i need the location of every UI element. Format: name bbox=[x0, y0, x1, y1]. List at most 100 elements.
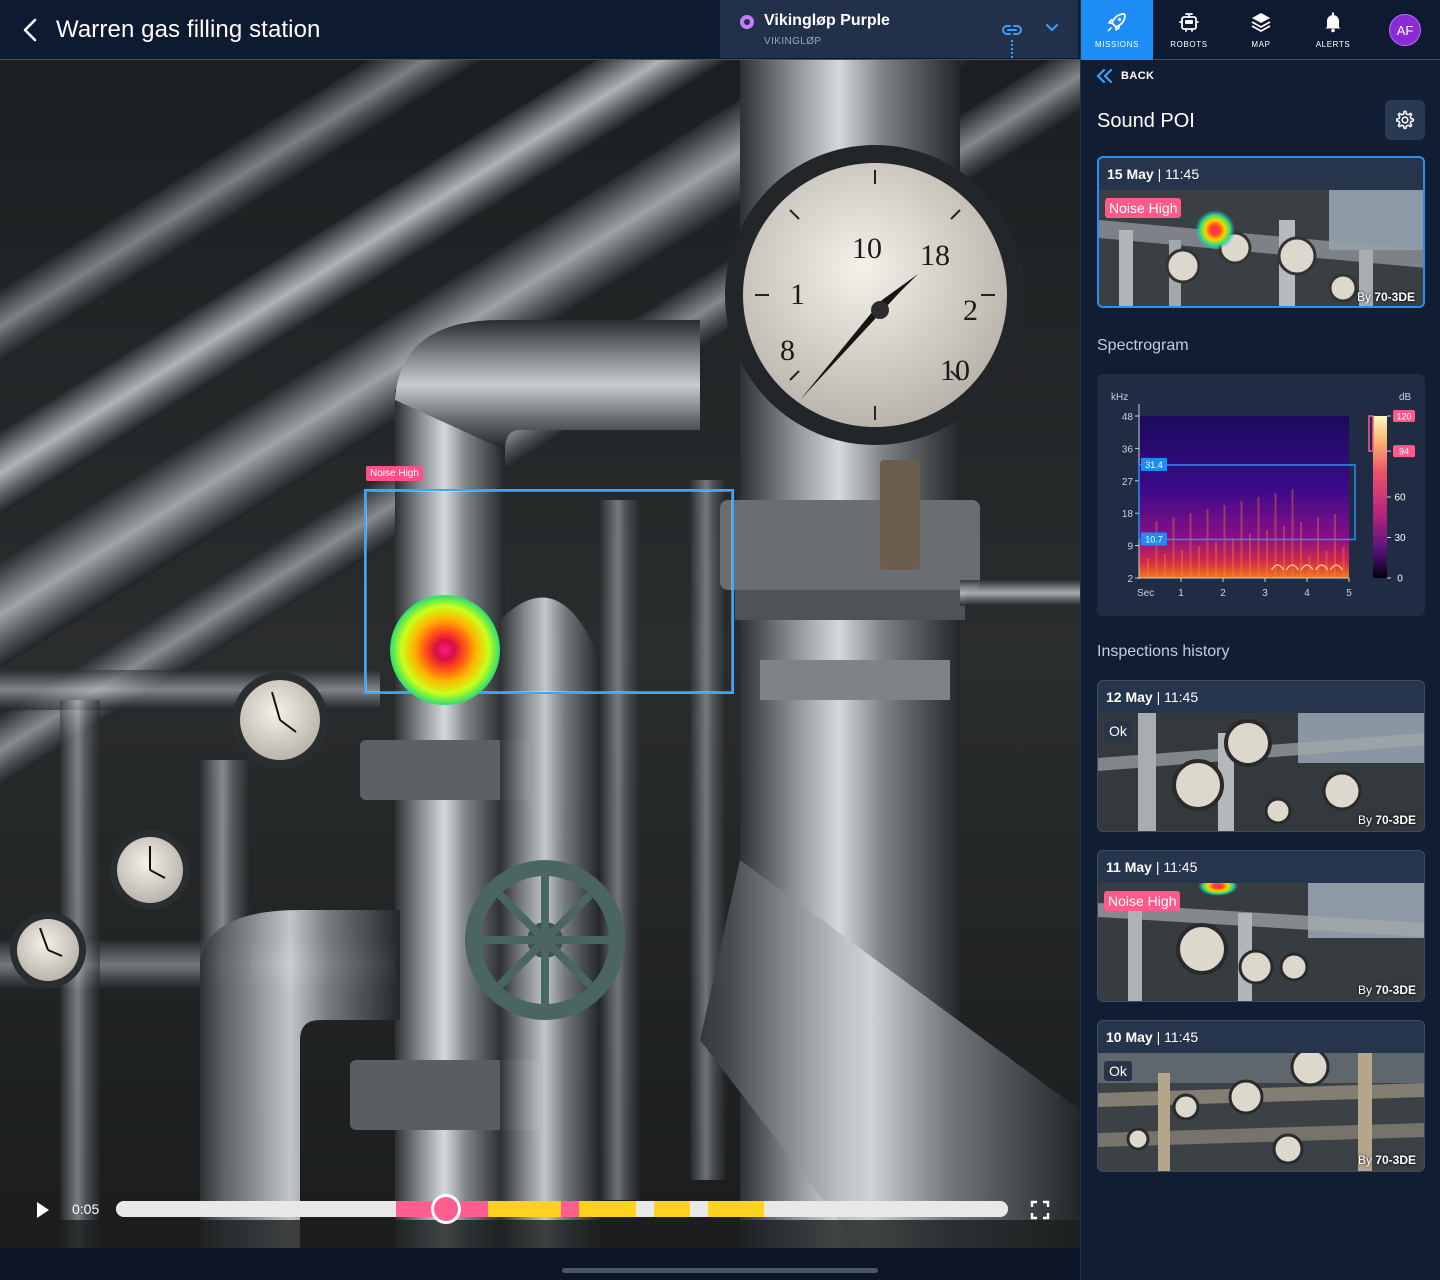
spectrogram-streak bbox=[1155, 521, 1158, 578]
nav-missions[interactable]: MISSIONS bbox=[1081, 0, 1153, 60]
spectrogram-streak bbox=[1215, 542, 1217, 578]
spectrogram-streak bbox=[1257, 497, 1260, 578]
robot-credit: By 70-3DE bbox=[1357, 1153, 1416, 1167]
nav-robots-label: ROBOTS bbox=[1170, 40, 1208, 49]
y-tick-label: 2 bbox=[1127, 574, 1133, 585]
colorbar-tick-label: 94 bbox=[1399, 447, 1409, 457]
robot-credit: By 70-3DE bbox=[1357, 983, 1416, 997]
x-tick-label: 5 bbox=[1346, 588, 1352, 599]
playback-controls: 0:05 bbox=[0, 1184, 1080, 1234]
status-badge: Noise High bbox=[1105, 198, 1182, 218]
spectrogram-streak bbox=[1198, 546, 1200, 578]
timeline-segment bbox=[636, 1201, 654, 1217]
y-tick-label: 36 bbox=[1122, 444, 1134, 455]
colorbar-tick-label: 60 bbox=[1394, 493, 1406, 504]
noise-heatmap-blob bbox=[390, 595, 500, 705]
svg-text:8: 8 bbox=[780, 334, 795, 367]
timeline-segment bbox=[561, 1201, 579, 1217]
band-upper-label: 31.4 bbox=[1145, 460, 1163, 470]
rocket-icon bbox=[1107, 13, 1126, 32]
svg-text:2: 2 bbox=[963, 294, 978, 327]
top-header: Warren gas filling station Vikingløp Pur… bbox=[0, 0, 1080, 60]
user-avatar[interactable]: AF bbox=[1389, 14, 1421, 46]
spectrogram-streak bbox=[1334, 514, 1336, 578]
robot-credit: By 70-3DE bbox=[1356, 290, 1415, 304]
y-tick-label: 27 bbox=[1122, 477, 1134, 488]
inspection-thumbnail: Noise High By 70-3DE bbox=[1099, 190, 1423, 306]
spectrogram-streak bbox=[1147, 558, 1149, 578]
y-tick-label: 9 bbox=[1127, 542, 1133, 553]
spectrogram-streak bbox=[1223, 505, 1226, 578]
spectrogram-streak bbox=[1317, 518, 1319, 578]
inspection-thumbnail: Noise High By 70-3DE bbox=[1098, 883, 1424, 1001]
history-card-11-may[interactable]: 11 May | 11:45 Noise High By 70-3DE bbox=[1097, 850, 1425, 1002]
home-indicator[interactable] bbox=[562, 1268, 878, 1273]
timeline-segment bbox=[653, 1201, 690, 1217]
colorbar-label: dB bbox=[1399, 392, 1412, 403]
sound-poi-panel: BACK Sound POI 15 May | 11:45 Noise High… bbox=[1080, 60, 1440, 1280]
gear-icon bbox=[1395, 110, 1415, 130]
timeline-segment bbox=[487, 1201, 562, 1217]
history-card-12-may[interactable]: 12 May | 11:45 Ok By 70-3DE bbox=[1097, 680, 1425, 832]
timeline-segment bbox=[764, 1201, 1008, 1217]
timeline-segment bbox=[116, 1201, 397, 1217]
status-badge: Ok bbox=[1104, 1061, 1132, 1081]
spectrogram-streak bbox=[1206, 509, 1209, 578]
main-nav: MISSIONS ROBOTS MAP ALERTS AF bbox=[1080, 0, 1440, 60]
spectrogram-streak bbox=[1249, 534, 1251, 578]
card-date: 11 May | 11:45 bbox=[1106, 859, 1198, 875]
nav-alerts-label: ALERTS bbox=[1315, 40, 1351, 49]
back-arrow-icon[interactable] bbox=[16, 14, 44, 46]
x-tick-label: 2 bbox=[1220, 588, 1226, 599]
card-date: 12 May | 11:45 bbox=[1106, 689, 1199, 705]
card-date: 10 May | 11:45 bbox=[1106, 1029, 1199, 1045]
link-connector bbox=[1011, 40, 1013, 58]
nav-robots[interactable]: ROBOTS bbox=[1153, 0, 1225, 60]
spectrogram-streak bbox=[1325, 551, 1328, 578]
history-card-10-may[interactable]: 10 May | 11:45 Ok By 70-3DE bbox=[1097, 1020, 1425, 1172]
x-tick-label: 1 bbox=[1178, 588, 1184, 599]
db-range-marker bbox=[1368, 415, 1374, 452]
chevron-down-icon[interactable] bbox=[1042, 18, 1062, 38]
x-tick-label: 3 bbox=[1262, 588, 1268, 599]
spectrogram-chart: kHz 2 9 18 27 36 48 Sec 1 2 3 4 5 31.4 10.7 dB 0 30 60 94 1… bbox=[1111, 392, 1415, 599]
robot-credit: By 70-3DE bbox=[1357, 813, 1416, 827]
spectrogram-streak bbox=[1172, 517, 1175, 578]
layers-icon bbox=[1251, 13, 1271, 32]
timeline-scrubber[interactable] bbox=[431, 1194, 462, 1224]
spectrogram-streak bbox=[1232, 538, 1234, 578]
colorbar-tick-label: 0 bbox=[1397, 574, 1403, 585]
timeline-track[interactable] bbox=[116, 1201, 1008, 1217]
svg-text:18: 18 bbox=[920, 239, 950, 272]
back-label: BACK bbox=[1121, 70, 1155, 82]
svg-text:1: 1 bbox=[790, 278, 805, 311]
link-icon[interactable] bbox=[1000, 18, 1024, 42]
nav-map-label: MAP bbox=[1251, 40, 1271, 49]
spectrogram-panel: kHz 2 9 18 27 36 48 Sec 1 2 3 4 5 31.4 10.7 dB 0 30 60 94 1… bbox=[1097, 374, 1425, 616]
spectrogram-streak bbox=[1164, 554, 1166, 578]
history-label: Inspections history bbox=[1097, 643, 1230, 660]
nav-missions-label: MISSIONS bbox=[1095, 40, 1139, 49]
play-icon[interactable] bbox=[32, 1200, 52, 1220]
timeline-segment bbox=[578, 1201, 637, 1217]
inspection-viewer: 10 18 2 10 8 1 Noise High 0:05 bbox=[0, 60, 1080, 1248]
spectrogram-streak bbox=[1181, 550, 1183, 578]
playback-time: 0:05 bbox=[72, 1201, 100, 1217]
nav-map[interactable]: MAP bbox=[1225, 0, 1297, 60]
band-lower-label: 10.7 bbox=[1145, 534, 1163, 544]
spectrogram-streak bbox=[1283, 526, 1285, 578]
bottom-bar bbox=[0, 1248, 1080, 1280]
inspection-thumbnail: Ok By 70-3DE bbox=[1098, 713, 1424, 831]
settings-button[interactable] bbox=[1385, 100, 1425, 140]
mission-selector[interactable]: Vikingløp Purple VIKINGLØP bbox=[720, 0, 1078, 58]
current-inspection-card[interactable]: 15 May | 11:45 Noise High By 70-3DE bbox=[1097, 156, 1425, 308]
y-tick-label: 48 bbox=[1122, 412, 1134, 423]
colorbar-tick-label: 120 bbox=[1396, 412, 1411, 422]
poi-noise-tag: Noise High bbox=[366, 466, 423, 481]
svg-text:10: 10 bbox=[852, 232, 882, 265]
card-date: 15 May | 11:45 bbox=[1107, 166, 1200, 182]
timeline-segment bbox=[708, 1201, 765, 1217]
nav-alerts[interactable]: ALERTS bbox=[1297, 0, 1369, 60]
fullscreen-icon[interactable] bbox=[1030, 1200, 1050, 1220]
x-tick-label: 4 bbox=[1304, 588, 1310, 599]
